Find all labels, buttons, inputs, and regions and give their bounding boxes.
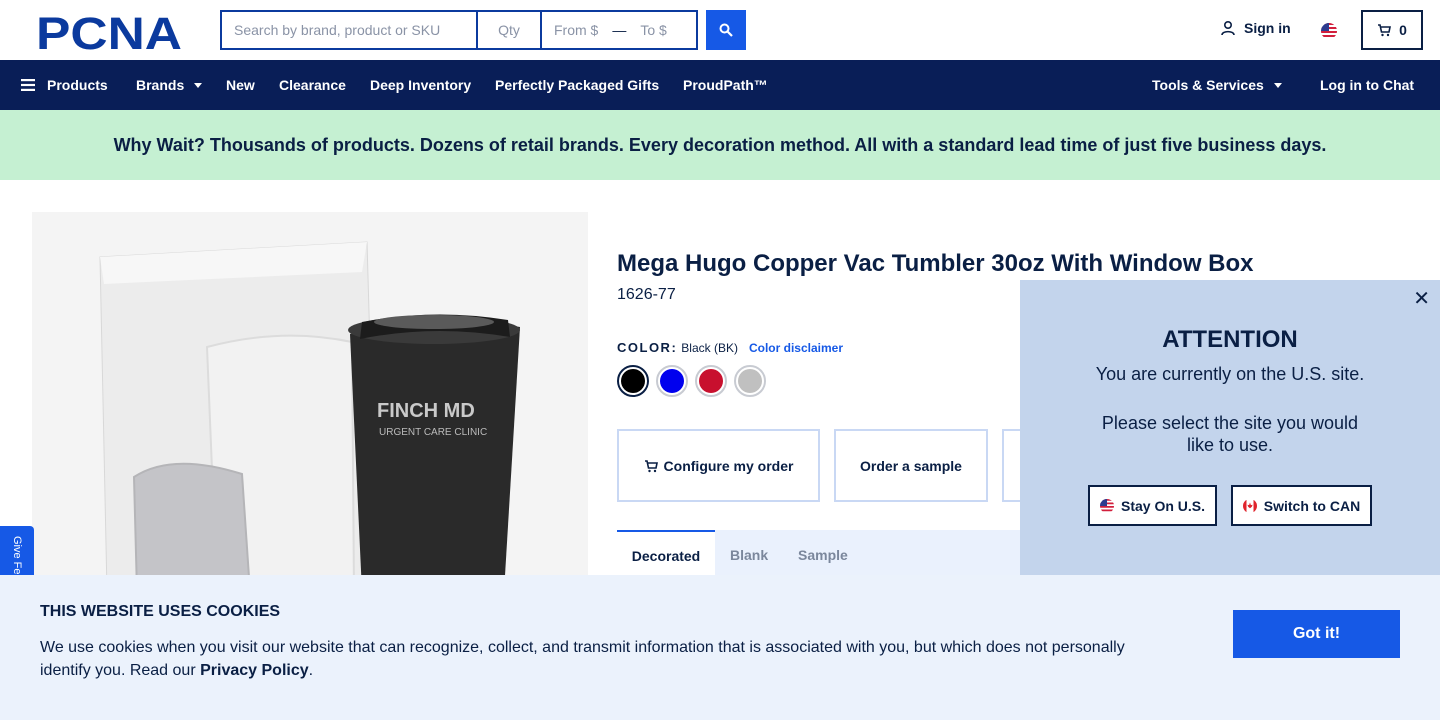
popup-message-select: Please select the site you would like to… (1101, 413, 1359, 455)
nav-proudpath-label: ProudPath™ (683, 77, 768, 93)
nav-tools-services[interactable]: Tools & Services (1152, 77, 1282, 93)
color-value: Black (BK) (681, 341, 738, 355)
site-select-popup: ✕ ATTENTION You are currently on the U.S… (1020, 280, 1440, 580)
swatch-black[interactable] (617, 365, 649, 397)
color-label: COLOR: (617, 340, 678, 355)
canada-flag-icon (1242, 498, 1257, 513)
product-sku: 1626-77 (617, 286, 676, 303)
user-icon (1221, 20, 1235, 36)
popup-message-current-site: You are currently on the U.S. site. (1095, 364, 1365, 384)
promo-banner: Why Wait? Thousands of products. Dozens … (0, 110, 1440, 180)
nav-new-label: New (226, 77, 255, 93)
image-brand-text: FINCH MD (377, 400, 475, 422)
search-button[interactable] (706, 10, 746, 50)
nav-proudpath[interactable]: ProudPath™ (683, 77, 768, 93)
nav-deep-inventory[interactable]: Deep Inventory (370, 77, 471, 93)
swatch-dot (660, 369, 684, 393)
tumbler-box-image: FINCH MD URGENT CARE CLINIC (99, 241, 520, 592)
configure-order-label: Configure my order (663, 457, 794, 474)
swatch-red[interactable] (695, 365, 727, 397)
nav-new[interactable]: New (226, 77, 255, 93)
nav-brands-label: Brands (136, 77, 185, 93)
product-image[interactable]: FINCH MD URGENT CARE CLINIC (32, 212, 588, 592)
nav-clearance[interactable]: Clearance (279, 77, 346, 93)
color-disclaimer-link[interactable]: Color disclaimer (749, 341, 843, 355)
order-sample-label: Order a sample (860, 457, 962, 474)
nav-clearance-label: Clearance (279, 77, 346, 93)
switch-can-button[interactable]: Switch to CAN (1231, 485, 1372, 526)
nav-packaged-gifts-label: Perfectly Packaged Gifts (495, 77, 660, 93)
promo-banner-text: Why Wait? Thousands of products. Dozens … (113, 134, 1327, 155)
tab-decorated[interactable]: Decorated (617, 530, 715, 580)
price-range-input[interactable]: From $ — To $ (542, 10, 698, 50)
us-flag-icon (1099, 498, 1114, 513)
nav-brands[interactable]: Brands (136, 77, 203, 93)
cookie-accept-button[interactable]: Got it! (1233, 610, 1400, 658)
cookie-text-block: We use cookies when you visit our websit… (40, 636, 1150, 682)
menu-icon (21, 79, 35, 91)
stay-us-button[interactable]: Stay On U.S. (1088, 485, 1217, 526)
search-bar: Search by brand, product or SKU Qty From… (220, 10, 746, 50)
site-header: PCNA Search by brand, product or SKU Qty… (0, 0, 1440, 60)
popup-heading: ATTENTION (1162, 326, 1298, 353)
cart-button[interactable]: 0 (1361, 10, 1423, 50)
swatch-dot (699, 369, 723, 393)
cart-count: 0 (1399, 22, 1407, 38)
nav-packaged-gifts[interactable]: Perfectly Packaged Gifts (495, 77, 659, 93)
price-from-placeholder[interactable]: From $ (554, 22, 598, 38)
nav-deep-inventory-label: Deep Inventory (370, 77, 472, 93)
cart-icon (644, 459, 658, 472)
swatch-dot (621, 369, 645, 393)
nav-products[interactable]: Products (21, 77, 108, 93)
tab-decorated-label: Decorated (631, 548, 701, 564)
qty-input[interactable]: Qty (478, 10, 542, 50)
nav-chat-label: Log in to Chat (1320, 77, 1415, 93)
range-dash: — (612, 22, 627, 38)
configure-order-button[interactable]: Configure my order (617, 429, 820, 502)
order-sample-button[interactable]: Order a sample (834, 429, 988, 502)
pcna-logo[interactable]: PCNA (36, 12, 186, 52)
search-input[interactable]: Search by brand, product or SKU (220, 10, 478, 50)
product-title: Mega Hugo Copper Vac Tumbler 30oz With W… (617, 250, 1254, 277)
search-placeholder: Search by brand, product or SKU (234, 22, 441, 38)
cookie-text-period: . (308, 662, 314, 679)
cookie-title: THIS WEBSITE USES COOKIES (40, 603, 281, 620)
color-swatches (617, 365, 773, 397)
price-to-placeholder[interactable]: To $ (640, 22, 666, 38)
swatch-dot (738, 369, 762, 393)
chevron-down-icon (194, 82, 203, 88)
close-icon[interactable]: ✕ (1413, 286, 1430, 311)
stay-us-label: Stay On U.S. (1120, 497, 1206, 514)
sign-in-label: Sign in (1244, 20, 1291, 36)
chevron-down-icon (1273, 82, 1282, 88)
cookie-banner: THIS WEBSITE USES COOKIES We use cookies… (0, 575, 1440, 720)
nav-products-label: Products (47, 77, 108, 93)
privacy-policy-link[interactable]: Privacy Policy (200, 662, 309, 679)
nav-tools-label: Tools & Services (1152, 77, 1264, 93)
logo-text: PCNA (36, 12, 182, 52)
tab-blank-label: Blank (730, 547, 769, 563)
us-flag-icon[interactable] (1321, 23, 1337, 39)
main-nav: Products Brands New Clearance Deep Inven… (0, 60, 1440, 110)
cart-icon (1378, 24, 1392, 37)
tab-sample-label: Sample (798, 547, 848, 563)
switch-can-label: Switch to CAN (1263, 497, 1361, 514)
swatch-silver[interactable] (734, 365, 766, 397)
tab-sample[interactable]: Sample (798, 530, 848, 580)
image-sub-text: URGENT CARE CLINIC (379, 427, 487, 438)
nav-chat-login[interactable]: Log in to Chat (1320, 77, 1414, 93)
search-icon (719, 23, 733, 37)
tab-blank[interactable]: Blank (730, 530, 768, 580)
qty-placeholder: Qty (498, 22, 520, 38)
sign-in-link[interactable]: Sign in (1220, 20, 1291, 36)
swatch-blue[interactable] (656, 365, 688, 397)
color-row: COLOR: Black (BK) Color disclaimer (617, 340, 843, 355)
cookie-accept-label: Got it! (1292, 625, 1341, 642)
